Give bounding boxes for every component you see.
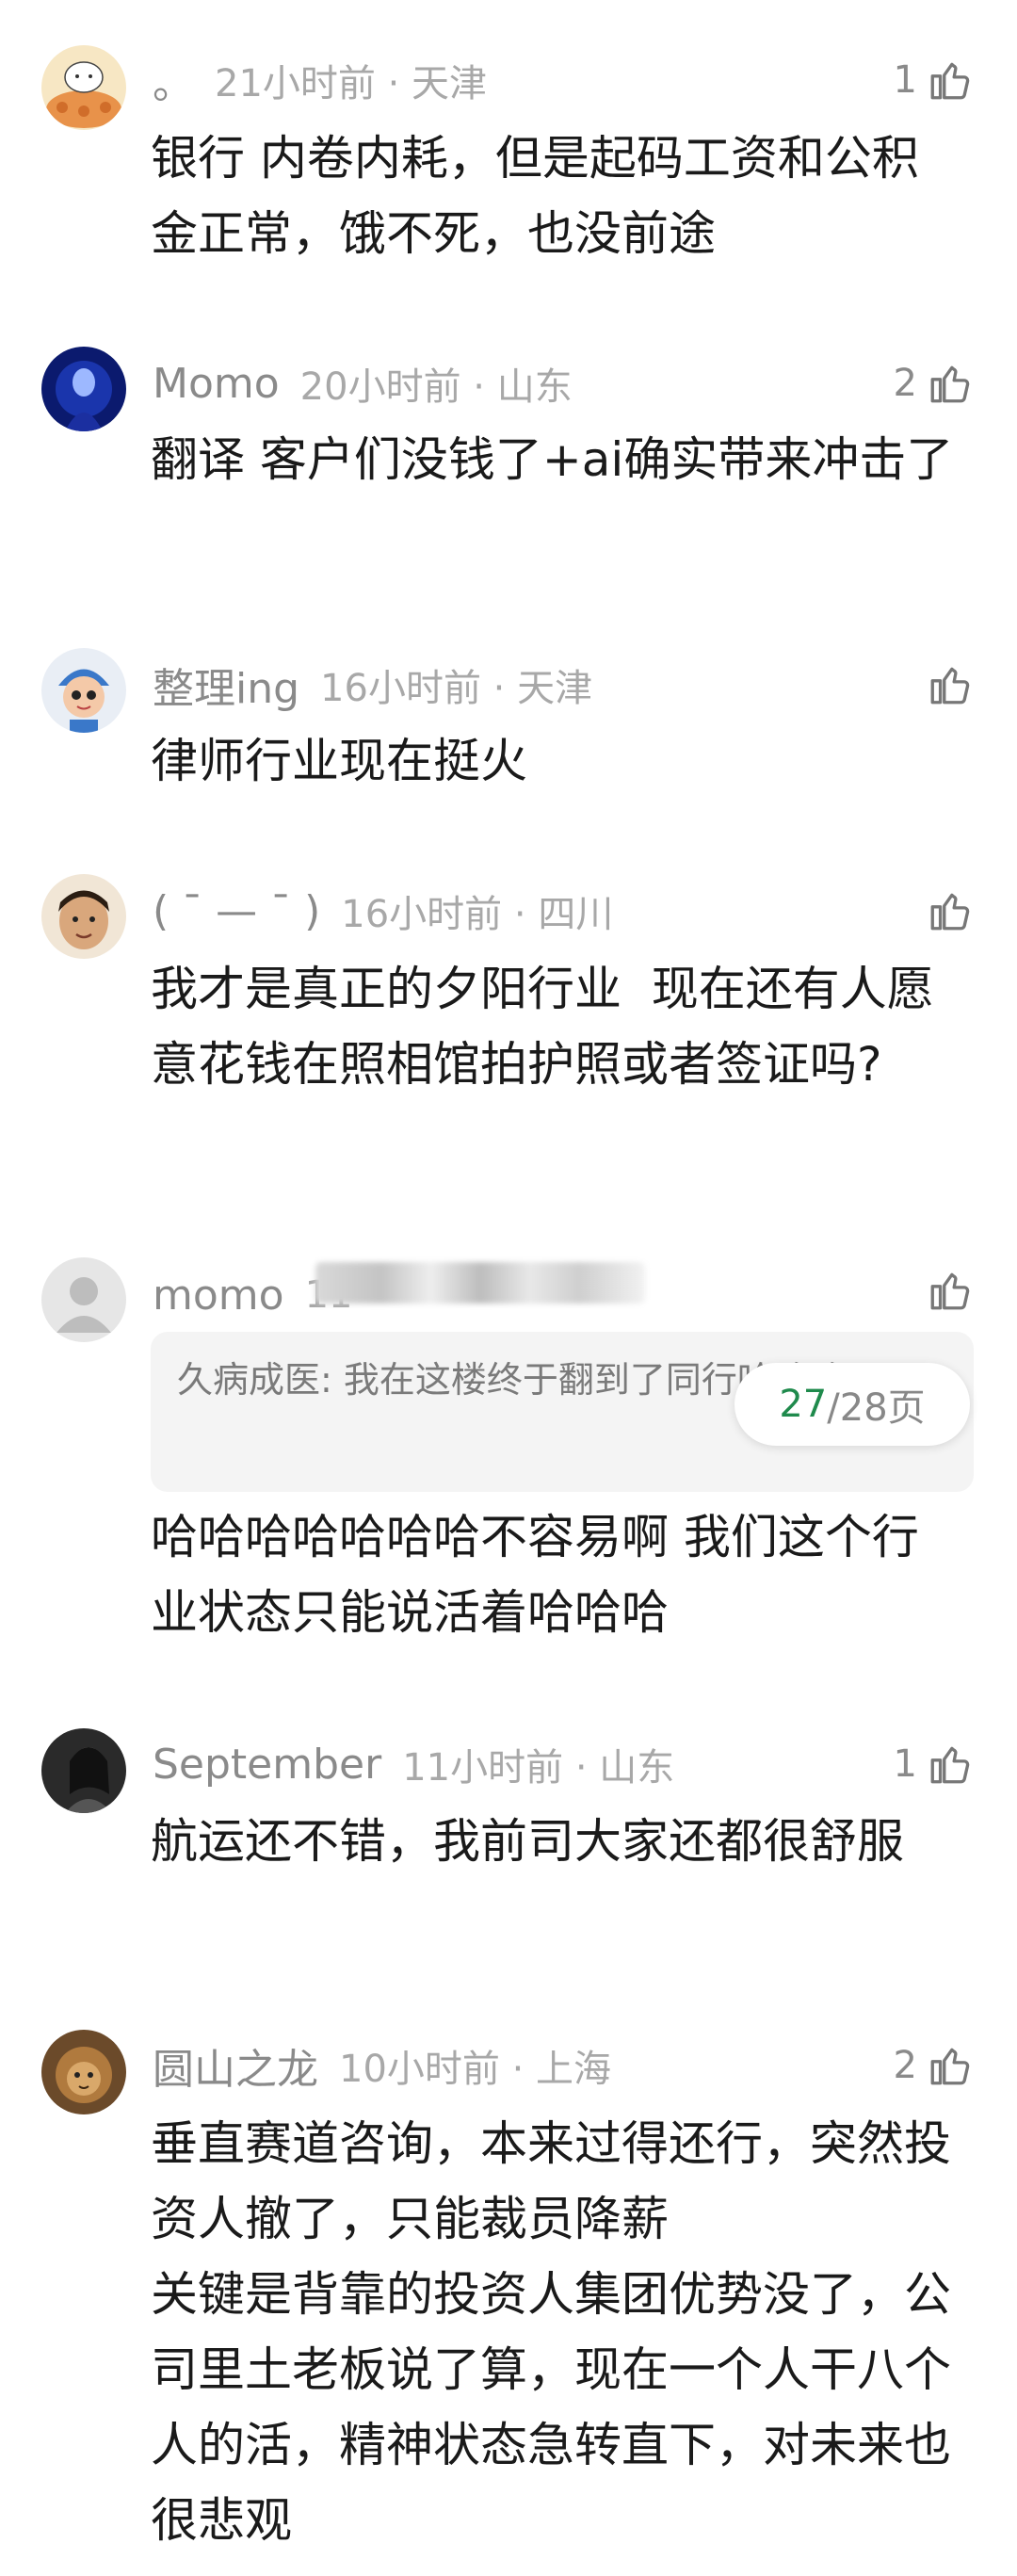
- comment-time-location: 16小时前 · 天津: [320, 667, 593, 710]
- like-button[interactable]: [927, 878, 974, 944]
- like-count: 2: [893, 2044, 917, 2087]
- like-button[interactable]: 1: [894, 1731, 974, 1797]
- thumbs-up-icon: [930, 667, 970, 705]
- page-indicator[interactable]: 27/28页: [734, 1363, 970, 1446]
- username[interactable]: ( ¯ — ¯ ): [153, 887, 320, 935]
- current-page: 27: [779, 1383, 828, 1426]
- comment-text: 垂直赛道咨询，本来过得还行，突然投资人撤了，只能裁员降薪 关键是背靠的投资人集团…: [151, 2116, 951, 2548]
- username[interactable]: Momo: [153, 360, 280, 408]
- avatar[interactable]: [41, 347, 126, 431]
- thumbs-up-icon: [930, 1272, 970, 1310]
- avatar[interactable]: [41, 874, 126, 959]
- comment-text: 律师行业现在挺火: [151, 734, 527, 788]
- comment-time-location: 21小时前 · 天津: [215, 62, 488, 105]
- avatar[interactable]: [41, 2030, 126, 2114]
- comment-time-location: 10小时前 · 上海: [339, 2048, 612, 2091]
- avatar[interactable]: [41, 45, 126, 130]
- comment-text: 航运还不错，我前司大家还都很舒服: [151, 1814, 904, 1869]
- username[interactable]: 圆山之龙: [153, 2035, 318, 2096]
- like-button[interactable]: 1: [894, 47, 974, 113]
- like-button[interactable]: 2: [894, 350, 974, 416]
- blurred-overlay: [315, 1262, 645, 1304]
- comment-text: 银行 内卷内耗，但是起码工资和公积金正常，饿不死，也没前途: [151, 131, 919, 261]
- username[interactable]: 。: [153, 50, 194, 110]
- comment-text: 翻译 客户们没钱了+ai确实带来冲击了: [151, 432, 954, 487]
- thumbs-up-icon: [930, 365, 970, 403]
- comment-time-location: 20小时前 · 山东: [299, 365, 573, 409]
- comment-text: 我才是真正的夕阳行业 现在还有人愿意花钱在照相馆拍护照或者签证吗?: [151, 962, 934, 1092]
- avatar[interactable]: [41, 648, 126, 733]
- avatar[interactable]: [41, 1257, 126, 1342]
- comment-time-location: 16小时前 · 四川: [341, 893, 614, 936]
- thumbs-up-icon: [930, 2048, 970, 2085]
- thumbs-up-icon: [930, 62, 970, 100]
- username[interactable]: September: [153, 1741, 381, 1789]
- thumbs-up-icon: [930, 1746, 970, 1784]
- like-button[interactable]: [927, 652, 974, 718]
- avatar[interactable]: [41, 1728, 126, 1813]
- thumbs-up-icon: [930, 893, 970, 931]
- total-pages: /28页: [827, 1386, 926, 1430]
- like-button[interactable]: [927, 1257, 974, 1323]
- like-count: 1: [893, 1742, 917, 1786]
- like-count: 1: [893, 58, 917, 102]
- comment-text: 哈哈哈哈哈哈哈不容易啊 我们这个行业状态只能说活着哈哈哈: [151, 1510, 919, 1640]
- username[interactable]: momo: [153, 1272, 284, 1320]
- username[interactable]: 整理ing: [153, 655, 299, 715]
- like-button[interactable]: 2: [894, 2033, 974, 2098]
- comment-time-location: 11小时前 · 山东: [402, 1746, 675, 1790]
- like-count: 2: [893, 362, 917, 405]
